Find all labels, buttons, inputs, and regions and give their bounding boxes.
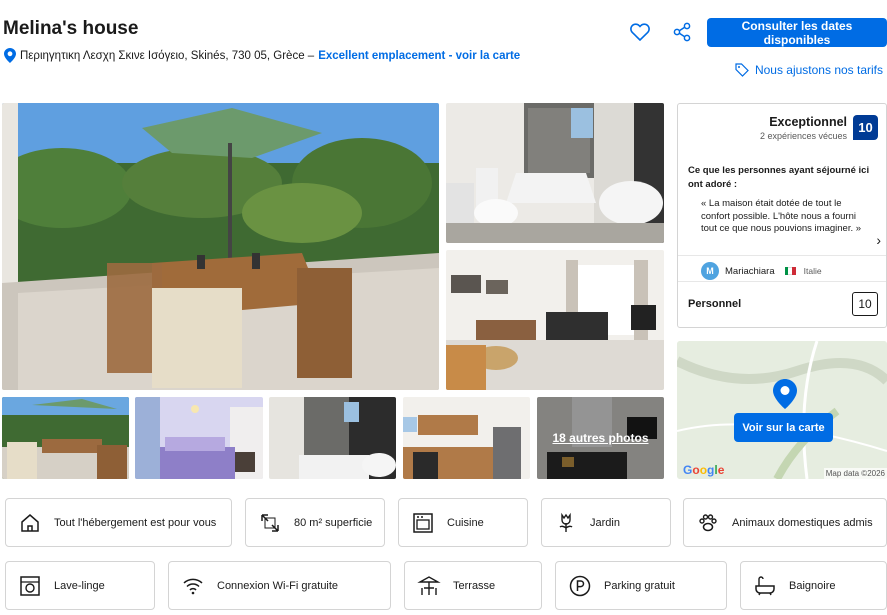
address-text: Περιηγητικη Λεσχη Σκινε Ισόγειο, Skinés,…: [20, 49, 315, 62]
price-match-link[interactable]: Nous ajustons nos tarifs: [735, 63, 883, 77]
google-logo: Google: [683, 463, 725, 477]
facility-label: Terrasse: [453, 579, 496, 592]
washing-machine-icon: [20, 575, 40, 596]
thumb-more-photos[interactable]: 18 autres photos: [537, 397, 664, 479]
map-marker-icon: [773, 379, 797, 409]
property-title: Melina's house: [3, 18, 139, 39]
facility-garden: Jardin: [541, 498, 671, 547]
facility-label: Connexion Wi-Fi gratuite: [217, 579, 339, 592]
facility-label: Cuisine: [447, 516, 484, 529]
review-score-word: Exceptionnel: [769, 115, 847, 129]
oven-icon: [413, 512, 433, 533]
reviewer-country: Italie: [803, 266, 822, 276]
reviewer: M Mariachiara Italie: [701, 262, 822, 280]
italy-flag-icon: [784, 267, 796, 275]
thumb-kitchen[interactable]: [403, 397, 530, 479]
share-icon[interactable]: [672, 22, 692, 42]
house-icon: [21, 513, 39, 532]
check-availability-button[interactable]: Consulter les dates disponibles: [707, 18, 887, 47]
facility-area: 80 m² superficie: [245, 498, 385, 547]
location-pin-icon: [4, 48, 16, 63]
category-label: Personnel: [688, 298, 742, 310]
heart-icon[interactable]: [630, 23, 650, 41]
map-preview[interactable]: Voir sur la carte Google Map data ©2026: [677, 341, 887, 479]
reviewer-name: Mariachiara: [725, 265, 775, 277]
main-photo-terrace[interactable]: [2, 103, 439, 390]
facility-label: Parking gratuit: [604, 579, 675, 592]
facility-parking: Parking gratuit: [555, 561, 727, 610]
facility-label: Tout l'hébergement est pour vous: [54, 516, 217, 529]
thumb-terrace[interactable]: [2, 397, 129, 479]
review-quote: « La maison était dotée de tout le confo…: [701, 198, 862, 234]
map-attribution: Map data ©2026: [823, 468, 887, 479]
facility-entire-place: Tout l'hébergement est pour vous: [5, 498, 232, 547]
expand-icon: [261, 513, 279, 532]
thumb-bedroom[interactable]: [135, 397, 263, 479]
location-map-link[interactable]: Excellent emplacement - voir la carte: [318, 50, 520, 62]
facility-pets: Animaux domestiques admis: [683, 498, 887, 547]
bathtub-icon: [755, 575, 775, 595]
facility-kitchen: Cuisine: [398, 498, 528, 547]
thumb-bathroom[interactable]: [269, 397, 396, 479]
review-score-card[interactable]: Exceptionnel 2 expériences vécues 10 Ce …: [677, 103, 887, 328]
terrace-icon: [417, 575, 441, 595]
price-match-text: Nous ajustons nos tarifs: [754, 63, 883, 77]
facility-label: Baignoire: [789, 579, 836, 592]
review-intro: Ce que les personnes ayant séjourné ici …: [688, 165, 870, 190]
chevron-right-icon[interactable]: ›: [876, 232, 881, 248]
facility-terrace: Terrasse: [404, 561, 542, 610]
address-line: Περιηγητικη Λεσχη Σκινε Ισόγειο, Skinés,…: [4, 48, 520, 63]
divider: [678, 281, 886, 282]
category-score: 10: [852, 292, 878, 316]
show-on-map-button[interactable]: Voir sur la carte: [734, 413, 833, 442]
photo-bathroom[interactable]: [446, 103, 664, 243]
facility-label: Lave-linge: [54, 579, 105, 592]
facility-bathtub: Baignoire: [740, 561, 887, 610]
facility-washing-machine: Lave-linge: [5, 561, 155, 610]
facility-label: Animaux domestiques admis: [732, 516, 873, 529]
avatar: M: [701, 262, 719, 280]
paw-icon: [699, 513, 717, 531]
photo-living-room[interactable]: [446, 250, 664, 390]
facility-label: Jardin: [590, 516, 620, 529]
parking-icon: [569, 575, 591, 596]
more-photos-label[interactable]: 18 autres photos: [537, 397, 664, 479]
facility-label: 80 m² superficie: [294, 516, 373, 529]
wifi-icon: [183, 578, 203, 594]
review-count: 2 expériences vécues: [759, 131, 847, 141]
review-score-header: Exceptionnel 2 expériences vécues 10: [760, 115, 878, 141]
flower-icon: [559, 512, 573, 532]
facility-wifi: Connexion Wi-Fi gratuite: [168, 561, 391, 610]
divider: [678, 255, 886, 256]
review-score-badge: 10: [853, 115, 878, 140]
tag-icon: [735, 63, 749, 77]
